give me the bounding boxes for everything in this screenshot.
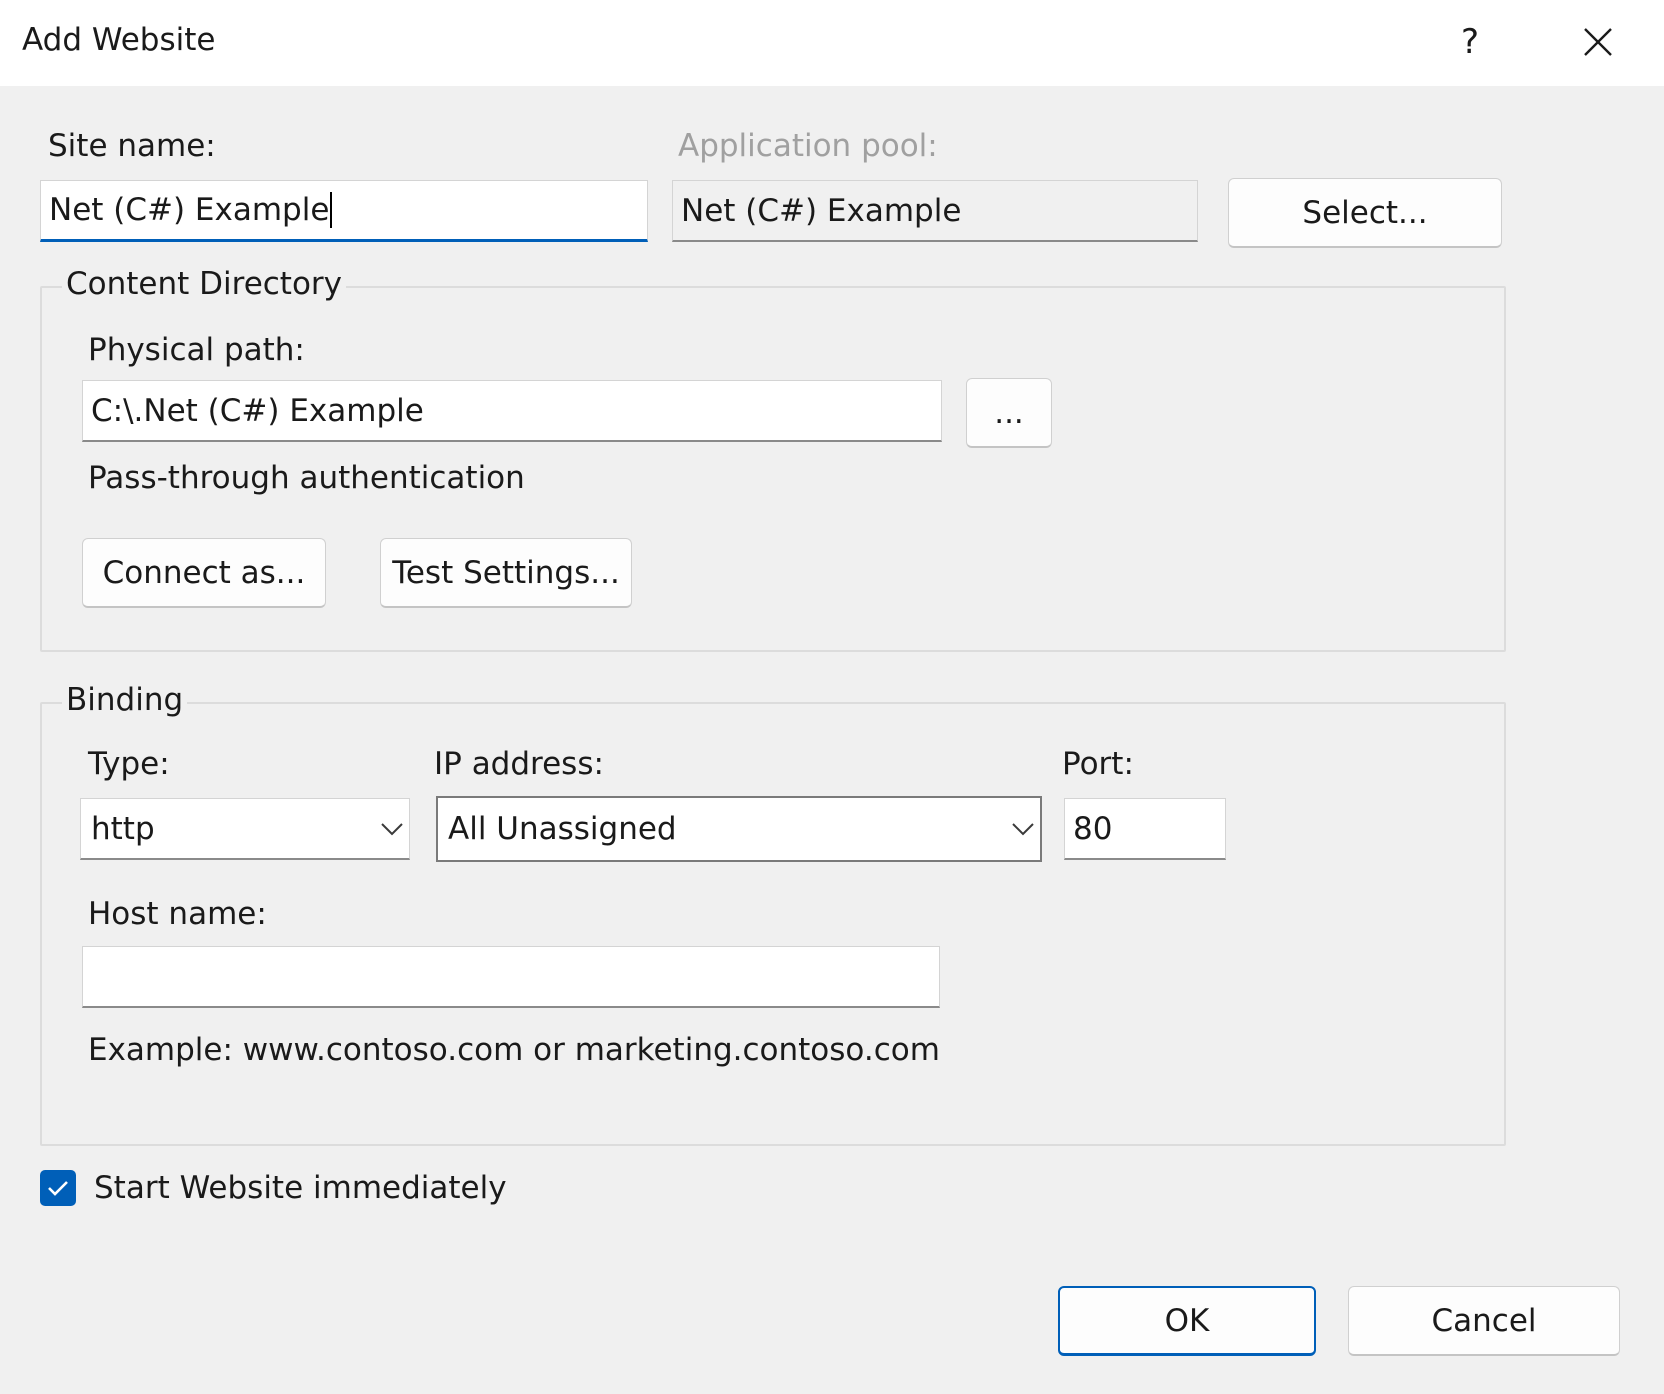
host-name-label: Host name: (88, 896, 267, 932)
application-pool-field: Net (C#) Example (672, 180, 1198, 242)
chevron-down-icon (1006, 822, 1040, 836)
select-app-pool-button[interactable]: Select... (1228, 178, 1502, 248)
site-name-value: Net (C#) Example (49, 192, 330, 228)
host-name-example: Example: www.contoso.com or marketing.co… (88, 1032, 940, 1068)
physical-path-input[interactable]: C:\.Net (C#) Example (82, 380, 942, 442)
port-input[interactable]: 80 (1064, 798, 1226, 860)
start-website-label[interactable]: Start Website immediately (94, 1170, 507, 1206)
site-name-label: Site name: (48, 128, 216, 164)
ip-address-label: IP address: (434, 746, 604, 782)
test-settings-button[interactable]: Test Settings... (380, 538, 632, 608)
start-website-checkbox[interactable] (40, 1170, 76, 1206)
dialog-title: Add Website (22, 22, 216, 58)
binding-type-select[interactable]: http (80, 798, 410, 860)
ip-address-value: All Unassigned (448, 811, 677, 847)
title-bar (0, 0, 1664, 86)
type-label: Type: (88, 746, 170, 782)
physical-path-value: C:\.Net (C#) Example (91, 392, 424, 429)
ok-button[interactable]: OK (1058, 1286, 1316, 1356)
pass-through-auth-label: Pass-through authentication (88, 460, 525, 496)
checkmark-icon (48, 1181, 68, 1196)
text-caret (330, 192, 333, 228)
cancel-button[interactable]: Cancel (1348, 1286, 1620, 1356)
application-pool-label: Application pool: (678, 128, 938, 164)
port-label: Port: (1062, 746, 1134, 782)
application-pool-value: Net (C#) Example (681, 192, 962, 229)
connect-as-button[interactable]: Connect as... (82, 538, 326, 608)
help-button[interactable]: ? (1440, 14, 1500, 70)
port-value: 80 (1073, 810, 1113, 847)
physical-path-label: Physical path: (88, 332, 305, 368)
close-button[interactable] (1562, 14, 1634, 70)
site-name-input[interactable]: Net (C#) Example (40, 180, 648, 242)
binding-legend: Binding (62, 682, 188, 718)
close-icon (1584, 28, 1612, 56)
browse-path-button[interactable]: ... (966, 378, 1052, 448)
chevron-down-icon (375, 822, 409, 836)
binding-type-value: http (91, 810, 155, 847)
ip-address-select[interactable]: All Unassigned (436, 796, 1042, 862)
content-directory-legend: Content Directory (62, 266, 347, 302)
host-name-input[interactable] (82, 946, 940, 1008)
